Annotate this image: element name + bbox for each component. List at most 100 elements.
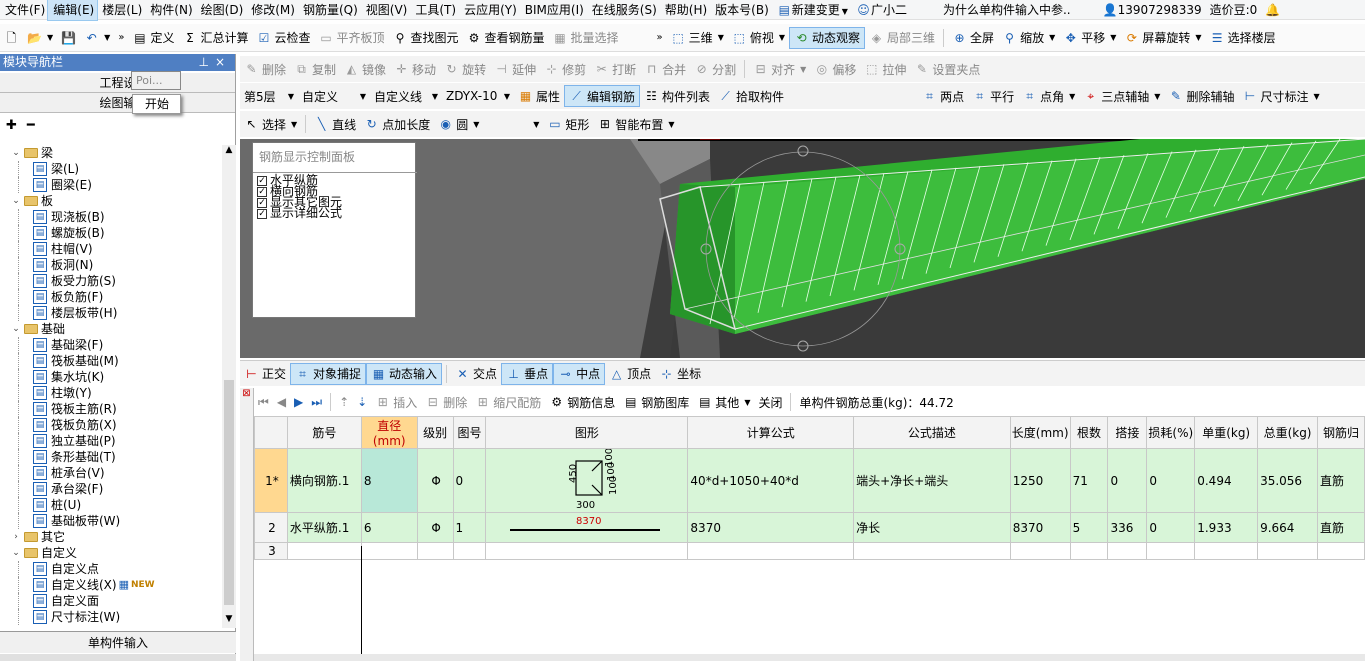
member-list-button[interactable]: ☷ 构件列表 [640, 85, 714, 107]
menu-modify[interactable]: 修改(M) [246, 0, 298, 20]
pan-button[interactable]: ✥ 平移 ▼ [1059, 27, 1120, 49]
table-row[interactable]: 3 [254, 542, 1365, 560]
menu-tools[interactable]: 工具(T) [410, 0, 459, 20]
type-select[interactable]: 自定义 ▼ [298, 85, 370, 107]
tree-item[interactable]: ▤ 集水坑(K) [0, 369, 222, 385]
cell-total-weight[interactable]: 35.056 [1257, 448, 1318, 513]
tab-drawing-input[interactable]: 绘图输 [0, 93, 235, 113]
extend-button[interactable]: ⊣ 延伸 [490, 58, 540, 80]
dimension-button[interactable]: ⊢ 尺寸标注 ▼ [1238, 85, 1323, 107]
cell-count[interactable]: 71 [1069, 448, 1109, 513]
cell-lap[interactable] [1107, 542, 1148, 560]
cell-category[interactable] [1316, 542, 1365, 560]
view-rebar-button[interactable]: ⚙ 查看钢筋量 [463, 27, 549, 49]
first-record-button[interactable]: ⏮ [254, 391, 273, 413]
cell-count[interactable] [1069, 542, 1109, 560]
offset-button[interactable]: ◎ 偏移 [810, 58, 860, 80]
tree-item[interactable]: ▤ 板受力筋(S) [0, 273, 222, 289]
menu-edit[interactable]: 编辑(E) [47, 0, 99, 21]
cell-loss[interactable]: 0 [1146, 512, 1196, 543]
single-member-input-tab[interactable]: 单构件输入 [0, 631, 236, 653]
cell-lap[interactable]: 0 [1107, 448, 1148, 513]
member-code-select[interactable]: ZDYX-10 ▼ [442, 85, 514, 107]
local-3d-button[interactable]: ◈ 局部三维 [865, 27, 939, 49]
menu-online[interactable]: 在线服务(S) [587, 0, 660, 20]
cell-unit-weight[interactable]: 0.494 [1194, 448, 1259, 513]
tree-folder[interactable]: ⌄ 板 [0, 193, 222, 209]
vertex-snap-button[interactable]: △ 顶点 [605, 363, 655, 385]
col-length[interactable]: 长度(mm) [1009, 416, 1071, 449]
select-floor-button[interactable]: ☰ 选择楼层 [1206, 27, 1280, 49]
tree-item[interactable]: ▤ 现浇板(B) [0, 209, 222, 225]
tree-item[interactable]: ▤ 承台梁(F) [0, 481, 222, 497]
chevron-down-icon[interactable]: ⌄ [10, 145, 22, 161]
move-down-button[interactable]: ⇣ [353, 391, 371, 413]
col-category[interactable]: 钢筋归 [1316, 416, 1365, 449]
menu-version[interactable]: 版本号(B) [710, 0, 772, 20]
col-formula[interactable]: 计算公式 [687, 416, 855, 449]
collapse-all-icon[interactable]: ━ [27, 118, 35, 133]
cell-bar-no[interactable]: 横向钢筋.1 [286, 448, 362, 513]
cell-description[interactable]: 端头+净长+端头 [853, 448, 1011, 513]
cell-category[interactable]: 直筋 [1316, 448, 1365, 513]
floor-select[interactable]: 第5层 ▼ [240, 85, 298, 107]
cell-length[interactable]: 8370 [1009, 512, 1071, 543]
smart-layout-button[interactable]: ⊞ 智能布置 ▼ [593, 113, 678, 135]
cell-length[interactable] [1009, 542, 1071, 560]
set-grip-button[interactable]: ✎ 设置夹点 [910, 58, 984, 80]
perpendicular-snap-button[interactable]: ⊥ 垂点 [501, 362, 554, 385]
col-grade[interactable]: 级别 [416, 416, 454, 449]
cell-category[interactable]: 直筋 [1316, 512, 1365, 543]
split-button[interactable]: ⊘ 分割 [690, 58, 740, 80]
menu-member[interactable]: 构件(N) [145, 0, 195, 20]
user-account[interactable]: 👤13907298339 [1098, 0, 1205, 20]
zoom-button[interactable]: ⚲ 缩放 ▼ [998, 27, 1059, 49]
delete-aux-button[interactable]: ✎ 删除辅轴 [1164, 85, 1238, 107]
table-row[interactable]: 2 水平纵筋.1 6 Φ 1 8370 8370 净长 8370 5 336 0… [254, 512, 1365, 543]
menu-view[interactable]: 视图(V) [361, 0, 411, 20]
tree-item[interactable]: ▤ 尺寸标注(W) [0, 609, 222, 625]
find-element-button[interactable]: ⚲ 查找图元 [389, 27, 463, 49]
rebar-info-button[interactable]: ⚙ 钢筋信息 [545, 391, 619, 413]
intersection-snap-button[interactable]: ✕ 交点 [451, 363, 501, 385]
cell-formula[interactable] [687, 542, 855, 560]
col-lap[interactable]: 搭接 [1107, 416, 1148, 449]
checkbox-show-formula[interactable]: ✓ 显示详细公式 [253, 207, 415, 219]
chevron-down-icon[interactable]: ⌄ [10, 545, 22, 561]
cell-shape[interactable]: 8370 [485, 512, 689, 543]
cell-loss[interactable]: 0 [1146, 448, 1196, 513]
tree-item[interactable]: ▤ 螺旋板(B) [0, 225, 222, 241]
3d-view-button[interactable]: ⬚ 三维 ▼ [667, 27, 728, 49]
cell-figure-no[interactable]: 1 [452, 512, 487, 543]
menu-floor[interactable]: 楼层(L) [97, 0, 145, 20]
open-file-button[interactable]: 📂 ▼ [23, 27, 57, 49]
cell-figure-no[interactable]: 0 [452, 448, 487, 513]
rotate-button[interactable]: ↻ 旋转 [440, 58, 490, 80]
save-button[interactable]: 💾 [57, 27, 80, 49]
cell-diameter[interactable] [360, 542, 418, 560]
dynamic-input-button[interactable]: ▦ 动态输入 [366, 362, 443, 385]
trim-button[interactable]: ⊹ 修剪 [540, 58, 590, 80]
next-record-button[interactable]: ▶ [290, 391, 307, 413]
tree-item[interactable]: ▤ 筏板负筋(X) [0, 417, 222, 433]
merge-button[interactable]: ⊓ 合并 [640, 58, 690, 80]
tree-item[interactable]: ▤ 板洞(N) [0, 257, 222, 273]
mirror-button[interactable]: ◭ 镜像 [340, 58, 390, 80]
circle-mode-select[interactable]: ▼ [483, 113, 543, 135]
rotate-screen-button[interactable]: ⟳ 屏幕旋转 ▼ [1120, 27, 1205, 49]
circle-button[interactable]: ◉ 圆 ▼ [434, 113, 483, 135]
point-angle-button[interactable]: ⌗ 点角 ▼ [1018, 85, 1079, 107]
cell-grade[interactable]: Φ [416, 448, 454, 513]
col-loss[interactable]: 损耗(%) [1146, 416, 1196, 449]
rect-button[interactable]: ▭ 矩形 [543, 113, 593, 135]
cell-formula[interactable]: 40*d+1050+40*d [687, 448, 855, 513]
move-up-button[interactable]: ⇡ [335, 391, 353, 413]
menu-rebar-qty[interactable]: 钢筋量(Q) [298, 0, 361, 20]
parallel-button[interactable]: ⌗ 平行 [968, 85, 1018, 107]
chevron-down-icon[interactable]: ⌄ [10, 193, 22, 209]
cell-lap[interactable]: 336 [1107, 512, 1148, 543]
insert-button[interactable]: ⊞ 插入 [371, 391, 421, 413]
tree-item[interactable]: ▤ 自定义面 [0, 593, 222, 609]
cell-total-weight[interactable]: 9.664 [1257, 512, 1318, 543]
pick-member-button[interactable]: ⟋ 拾取构件 [714, 85, 788, 107]
